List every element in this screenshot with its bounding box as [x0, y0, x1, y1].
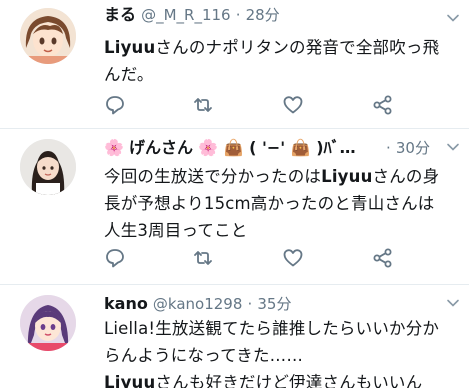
text-segment: さんも好きだけど伊達さんもいいん: [155, 373, 423, 388]
avatar[interactable]: [20, 8, 76, 64]
reply-icon: [106, 249, 124, 268]
avatar[interactable]: [20, 139, 76, 195]
mention-name: Liyuu: [104, 38, 156, 57]
timestamp[interactable]: 35分: [257, 295, 291, 313]
retweet-button[interactable]: [192, 247, 214, 269]
mention-name: Liyuu: [321, 167, 373, 186]
reply-button[interactable]: [104, 94, 126, 116]
tweet-text: Liyuuさんのナポリタンの発音で全部吹っ飛 んだ。: [104, 34, 452, 88]
like-button[interactable]: [282, 247, 304, 269]
text-segment: んだ。: [104, 65, 154, 84]
like-icon: [283, 249, 303, 267]
display-name-suffix: 🌸 👜 ( '−' 👜 )ﾊﾞ…: [198, 138, 356, 157]
tweet[interactable]: まる @_M_R_116 · 28分 Liyuuさんのナポリタンの発音で全部吹っ…: [0, 0, 469, 132]
separator-dot: ·: [247, 295, 253, 313]
text-segment: Liella!生放送観てたら誰推したらいいか分か: [104, 319, 440, 338]
separator-dot: ·: [386, 139, 391, 157]
share-icon: [373, 248, 392, 268]
text-segment: さんのナポリタンの発音で全部吹っ飛: [155, 38, 440, 57]
avatar[interactable]: [20, 295, 76, 351]
timestamp[interactable]: 30分: [396, 139, 430, 157]
tweet[interactable]: 🌸 げんさん 🌸 👜 ( '−' 👜 )ﾊﾞ… · 30分 今回の生放送で分かっ…: [0, 129, 469, 285]
text-segment: 長が予想より15cm高かったのと青山さんは: [104, 194, 435, 213]
tweet-actions: [104, 247, 464, 269]
tweet-actions: [104, 94, 464, 116]
tweet-text: 今回の生放送で分かったのはLiyuuさんの身 長が予想より15cm高かったのと青…: [104, 163, 452, 244]
text-segment: 人生3周目ってこと: [104, 221, 248, 240]
tweet-text: Liella!生放送観てたら誰推したらいいか分か らんようになってきた…… Li…: [104, 315, 452, 388]
tweet-header: まる @_M_R_116 · 28分: [104, 2, 459, 28]
retweet-button[interactable]: [192, 94, 214, 116]
reply-button[interactable]: [104, 247, 126, 269]
tweet-header: 🌸 げんさん 🌸 👜 ( '−' 👜 )ﾊﾞ…: [104, 135, 399, 161]
separator-dot: ·: [235, 6, 241, 24]
retweet-icon: [194, 251, 212, 265]
mention-name: Liyuu: [104, 373, 156, 388]
timestamp[interactable]: 28分: [246, 6, 280, 24]
retweet-icon: [194, 98, 212, 112]
reply-icon: [106, 96, 124, 115]
tweet-header: kano @kano1298 · 35分: [104, 291, 459, 317]
chevron-down-icon[interactable]: [445, 10, 461, 26]
timeline-feed: まる @_M_R_116 · 28分 Liyuuさんのナポリタンの発音で全部吹っ…: [0, 0, 469, 388]
chevron-down-icon[interactable]: [445, 295, 461, 311]
user-handle[interactable]: @kano1298: [153, 295, 242, 313]
display-name[interactable]: まる: [104, 5, 136, 24]
text-segment: 今回の生放送で分かったのは: [104, 167, 322, 186]
tweet[interactable]: kano @kano1298 · 35分 Liella!生放送観てたら誰推したら…: [0, 285, 469, 388]
share-button[interactable]: [372, 247, 394, 269]
like-icon: [283, 96, 303, 114]
share-icon: [373, 95, 392, 115]
user-handle[interactable]: @_M_R_116: [141, 6, 231, 24]
name-emoji: 🌸: [104, 138, 124, 157]
display-name[interactable]: kano: [104, 294, 148, 313]
chevron-down-icon[interactable]: [445, 139, 461, 155]
text-segment: さんの身: [372, 167, 440, 186]
display-name[interactable]: げんさん: [129, 138, 193, 157]
share-button[interactable]: [372, 94, 394, 116]
like-button[interactable]: [282, 94, 304, 116]
text-segment: らんようになってきた……: [104, 346, 304, 365]
